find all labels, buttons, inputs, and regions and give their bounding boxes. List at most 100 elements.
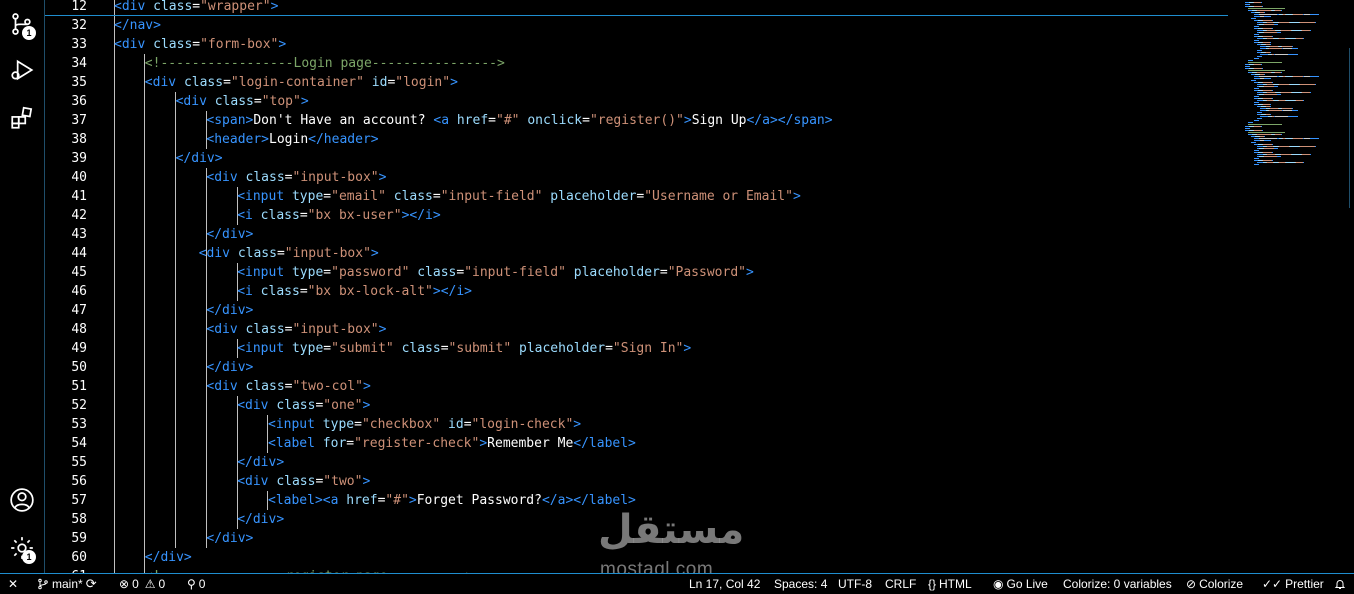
code-text[interactable]: <div class="input-box"> xyxy=(206,168,386,187)
code-line[interactable]: 53 <input type="checkbox" id="login-check… xyxy=(45,415,1228,434)
line-number[interactable]: 52 xyxy=(45,396,87,415)
code-line[interactable]: 50 </div> xyxy=(45,358,1228,377)
code-text[interactable]: <div class="form-box"> xyxy=(114,35,286,54)
code-line[interactable]: 39 </div> xyxy=(45,149,1228,168)
code-text[interactable]: <div class="two"> xyxy=(237,472,370,491)
code-text[interactable]: </div> xyxy=(206,529,253,548)
code-line[interactable]: 54 <label for="register-check">Remember M… xyxy=(45,434,1228,453)
problems-indicator[interactable]: ⊗ 0 ⚠ 0 xyxy=(119,574,165,594)
code-line[interactable]: 12 <div class="wrapper"> xyxy=(45,0,1228,16)
code-line[interactable]: 43 </div> xyxy=(45,225,1228,244)
code-text[interactable]: <input type="checkbox" id="login-check"> xyxy=(268,415,581,434)
extensions-icon[interactable] xyxy=(6,102,38,134)
indentation-indicator[interactable]: Spaces: 4 xyxy=(774,574,827,594)
notifications-button[interactable] xyxy=(1334,574,1346,594)
code-line[interactable]: 55 </div> xyxy=(45,453,1228,472)
line-number[interactable]: 44 xyxy=(45,244,87,263)
line-number[interactable]: 46 xyxy=(45,282,87,301)
run-debug-icon[interactable] xyxy=(6,54,38,86)
line-number[interactable]: 47 xyxy=(45,301,87,320)
code-line[interactable]: 38 <header>Login</header> xyxy=(45,130,1228,149)
code-text[interactable]: <header>Login</header> xyxy=(206,130,378,149)
line-number[interactable]: 57 xyxy=(45,491,87,510)
code-line[interactable]: 47 </div> xyxy=(45,301,1228,320)
code-line[interactable]: 48 <div class="input-box"> xyxy=(45,320,1228,339)
code-line[interactable]: 40 <div class="input-box"> xyxy=(45,168,1228,187)
code-text[interactable]: </div> xyxy=(145,548,192,567)
line-number[interactable]: 50 xyxy=(45,358,87,377)
code-text[interactable]: </div> xyxy=(176,149,223,168)
code-text[interactable]: <span>Don't Have an account? <a href="#"… xyxy=(206,111,832,130)
code-text[interactable]: <label><a href="#">Forget Password?</a><… xyxy=(268,491,636,510)
line-number[interactable]: 39 xyxy=(45,149,87,168)
encoding-indicator[interactable]: UTF-8 xyxy=(838,574,872,594)
prettier-button[interactable]: ✓✓ Prettier xyxy=(1262,574,1324,594)
code-text[interactable]: </div> xyxy=(237,510,284,529)
line-number[interactable]: 32 xyxy=(45,16,87,35)
code-text[interactable]: </div> xyxy=(237,453,284,472)
code-text[interactable]: <div class="input-box"> xyxy=(199,244,379,263)
line-number[interactable]: 45 xyxy=(45,263,87,282)
code-text[interactable]: <i class="bx bx-user"></i> xyxy=(237,206,441,225)
code-text[interactable]: </div> xyxy=(206,301,253,320)
remote-indicator[interactable]: ✕ xyxy=(8,574,18,594)
line-number[interactable]: 53 xyxy=(45,415,87,434)
code-text[interactable]: <div class="two-col"> xyxy=(206,377,370,396)
code-line[interactable]: 33 <div class="form-box"> xyxy=(45,35,1228,54)
code-line[interactable]: 32 </nav> xyxy=(45,16,1228,35)
language-mode[interactable]: {} HTML xyxy=(928,574,972,594)
colorize-button[interactable]: ⊘ Colorize xyxy=(1186,574,1243,594)
code-line[interactable]: 45 <input type="password" class="input-fi… xyxy=(45,263,1228,282)
code-text[interactable]: </div> xyxy=(206,358,253,377)
ports-indicator[interactable]: ⚲ 0 xyxy=(187,574,205,594)
code-text[interactable]: <div class="wrapper"> xyxy=(114,0,278,16)
code-text[interactable]: <input type="email" class="input-field" … xyxy=(237,187,801,206)
go-live-button[interactable]: ◉ Go Live xyxy=(993,574,1048,594)
code-line[interactable]: 52 <div class="one"> xyxy=(45,396,1228,415)
line-number[interactable]: 59 xyxy=(45,529,87,548)
line-number[interactable]: 51 xyxy=(45,377,87,396)
line-number[interactable]: 34 xyxy=(45,54,87,73)
code-editor[interactable]: 12 <div class="wrapper"> 32 </nav> 33 <div cl… xyxy=(45,0,1228,573)
cursor-position[interactable]: Ln 17, Col 42 xyxy=(689,574,760,594)
code-line[interactable]: 44 <div class="input-box"> xyxy=(45,244,1228,263)
code-line[interactable]: 46 <i class="bx bx-lock-alt"></i> xyxy=(45,282,1228,301)
code-text[interactable]: <div class="login-container" id="login"> xyxy=(145,73,458,92)
eol-indicator[interactable]: CRLF xyxy=(885,574,916,594)
line-number[interactable]: 37 xyxy=(45,111,87,130)
code-line[interactable]: 36 <div class="top"> xyxy=(45,92,1228,111)
code-text[interactable]: </div> xyxy=(206,225,253,244)
code-line[interactable]: 42 <i class="bx bx-user"></i> xyxy=(45,206,1228,225)
line-number[interactable]: 55 xyxy=(45,453,87,472)
line-number[interactable]: 42 xyxy=(45,206,87,225)
code-text[interactable]: <!-----------------Login page-----------… xyxy=(145,54,505,73)
branch-indicator[interactable]: main* ⟳ xyxy=(37,574,97,594)
line-number[interactable]: 60 xyxy=(45,548,87,567)
code-line[interactable]: 56 <div class="two"> xyxy=(45,472,1228,491)
source-control-icon[interactable]: 1 xyxy=(6,8,38,40)
line-number[interactable]: 35 xyxy=(45,73,87,92)
line-number[interactable]: 33 xyxy=(45,35,87,54)
line-number[interactable]: 41 xyxy=(45,187,87,206)
code-line[interactable]: 41 <input type="email" class="input-field… xyxy=(45,187,1228,206)
code-line[interactable]: 35 <div class="login-container" id="login… xyxy=(45,73,1228,92)
code-text[interactable]: <label for="register-check">Remember Me<… xyxy=(268,434,636,453)
line-number[interactable]: 38 xyxy=(45,130,87,149)
colorize-variables-indicator[interactable]: Colorize: 0 variables xyxy=(1063,574,1172,594)
code-line[interactable]: 51 <div class="two-col"> xyxy=(45,377,1228,396)
line-number[interactable]: 54 xyxy=(45,434,87,453)
code-text[interactable]: <div class="input-box"> xyxy=(206,320,386,339)
code-line[interactable]: 37 <span>Don't Have an account? <a href="… xyxy=(45,111,1228,130)
line-number[interactable]: 36 xyxy=(45,92,87,111)
line-number[interactable]: 58 xyxy=(45,510,87,529)
code-line[interactable]: 34 <!-----------------Login page---------… xyxy=(45,54,1228,73)
line-number[interactable]: 56 xyxy=(45,472,87,491)
line-number[interactable]: 40 xyxy=(45,168,87,187)
code-text[interactable]: <input type="password" class="input-fiel… xyxy=(237,263,754,282)
line-number[interactable]: 49 xyxy=(45,339,87,358)
code-text[interactable]: <div class="top"> xyxy=(176,92,309,111)
line-number[interactable]: 12 xyxy=(45,0,87,16)
settings-gear-icon[interactable]: 1 xyxy=(6,532,38,564)
line-number[interactable]: 43 xyxy=(45,225,87,244)
code-text[interactable]: <div class="one"> xyxy=(237,396,370,415)
